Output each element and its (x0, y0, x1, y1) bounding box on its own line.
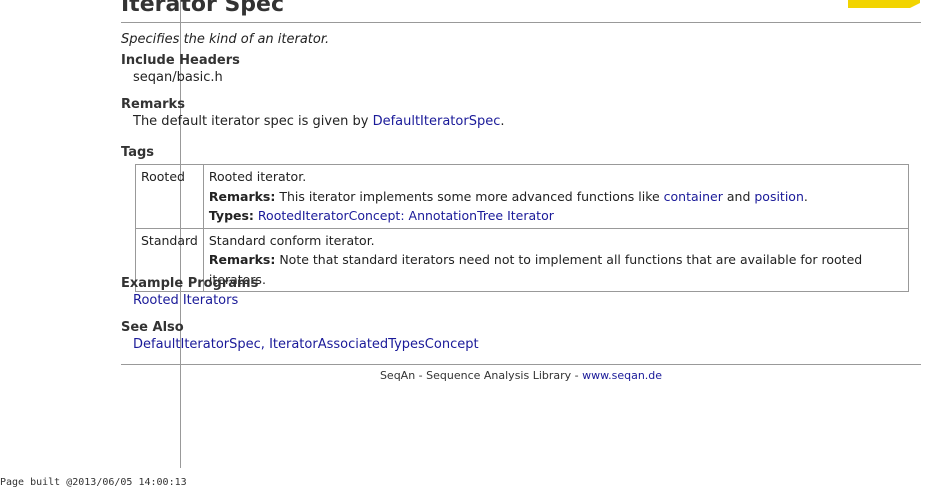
position-link[interactable]: position (754, 189, 804, 204)
see-also-separator: , (260, 337, 270, 352)
tag-description-text: Rooted iterator. (208, 169, 307, 184)
see-also-heading: See Also (121, 320, 184, 335)
remarks-text-suffix: . (500, 114, 505, 129)
see-also-list: DefaultIteratorSpec, IteratorAssociatedT… (133, 337, 479, 352)
title-divider (121, 22, 921, 23)
tag-types: Types: RootedIteratorConcept: Annotation… (209, 206, 903, 226)
documentation-page: Iterator Spec SEQAN Specifies the kind o… (0, 0, 946, 497)
tags-table: Rooted Rooted iterator. Remarks: This it… (135, 164, 910, 292)
remarks-heading: Remarks (121, 97, 185, 112)
rooted-iterator-concept-link[interactable]: RootedIteratorConcept (258, 208, 400, 223)
tag-remarks: Remarks: This iterator implements some m… (209, 187, 903, 207)
tag-name: Rooted (135, 164, 204, 229)
include-header-value: seqan/basic.h (133, 70, 223, 85)
container-link[interactable]: container (664, 189, 723, 204)
tag-remarks-label: Remarks: (208, 252, 276, 267)
remarks-text: The default iterator spec is given by De… (133, 114, 505, 129)
include-headers-heading: Include Headers (121, 53, 240, 68)
page-built-timestamp: Page built @2013/06/05 14:00:13 (0, 477, 187, 488)
tag-description: Standard conform iterator. Remarks: Note… (202, 227, 910, 292)
page-summary: Specifies the kind of an iterator. (121, 32, 330, 47)
footer-divider (121, 364, 921, 365)
tag-remarks: Remarks: Note that standard iterators ne… (209, 250, 903, 289)
types-separator: : (400, 208, 409, 223)
tag-remarks-end: . (803, 188, 808, 204)
tag-description-text: Standard conform iterator. (208, 232, 375, 248)
example-programs-list: Rooted Iterators (133, 293, 238, 308)
tag-row-rooted: Rooted Rooted iterator. Remarks: This it… (135, 164, 910, 229)
example-programs-heading: Example Programs (121, 276, 259, 291)
tag-remarks-text: This iterator implements some more advan… (275, 188, 664, 204)
tag-remarks-label: Remarks: (208, 188, 276, 204)
rooted-iterators-link[interactable]: Rooted Iterators (133, 293, 238, 308)
default-iterator-spec-link[interactable]: DefaultIteratorSpec (373, 114, 501, 129)
main-content: Iterator Spec SEQAN Specifies the kind o… (121, 0, 921, 382)
tag-types-label: Types: (208, 208, 254, 223)
annotation-tree-iterator-link[interactable]: AnnotationTree Iterator (409, 208, 554, 223)
tag-remarks-and: and (722, 188, 755, 204)
remarks-text-prefix: The default iterator spec is given by (133, 114, 373, 129)
tags-heading: Tags (121, 145, 155, 160)
default-iterator-spec-see-also-link[interactable]: DefaultIteratorSpec (133, 337, 261, 352)
footer: SeqAn - Sequence Analysis Library - www.… (121, 369, 921, 382)
tag-description: Rooted iterator. Remarks: This iterator … (202, 164, 910, 229)
page-title: Iterator Spec (121, 0, 285, 17)
footer-text: SeqAn - Sequence Analysis Library - (379, 369, 583, 382)
tag-remarks-text: Note that standard iterators need not to… (208, 252, 863, 287)
iterator-associated-types-concept-link[interactable]: IteratorAssociatedTypesConcept (269, 337, 479, 352)
svg-text:SEQAN: SEQAN (850, 0, 900, 2)
seqan-logo[interactable]: SEQAN (848, 0, 920, 8)
seqan-website-link[interactable]: www.seqan.de (582, 369, 662, 382)
